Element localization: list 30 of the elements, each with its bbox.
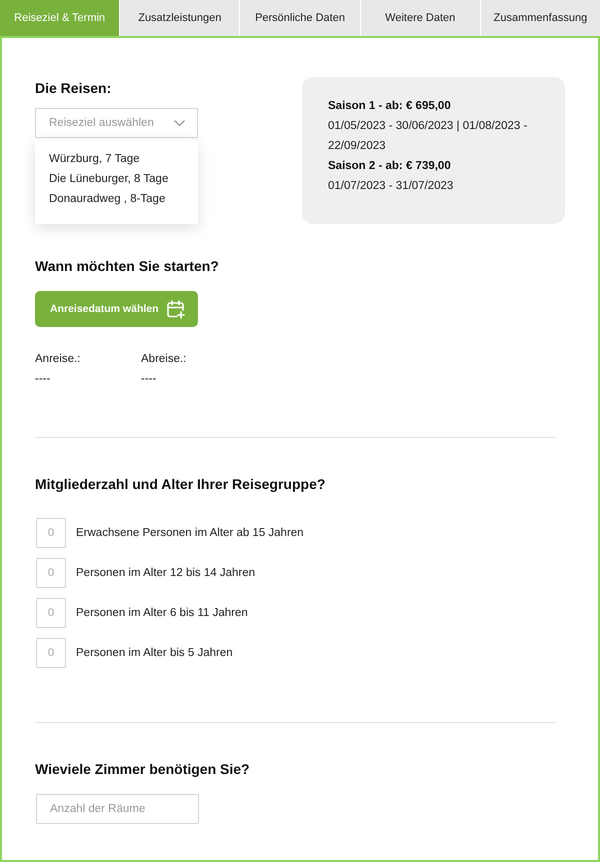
count-label: Personen im Alter 12 bis 14 Jahren bbox=[76, 567, 255, 579]
section-heading: Die Reisen: bbox=[35, 79, 112, 97]
count-label: Personen im Alter 6 bis 11 Jahren bbox=[76, 607, 248, 619]
date-label: Anreise.: bbox=[35, 352, 80, 367]
date-label: Abreise.: bbox=[141, 352, 186, 367]
count-label: Personen im Alter bis 5 Jahren bbox=[76, 647, 233, 659]
dropdown-option[interactable]: Donauradweg , 8-Tage bbox=[49, 189, 166, 209]
tab[interactable]: Weitere Daten bbox=[360, 0, 480, 36]
season-dates: 01/05/2023 - 30/06/2023 | 01/08/2023 - 22/09/2023 bbox=[328, 119, 528, 154]
tab[interactable]: Zusatzleistungen bbox=[120, 0, 240, 36]
tab[interactable]: Persönliche Daten bbox=[240, 0, 360, 36]
date-value: ---- bbox=[141, 372, 156, 387]
dropdown-option[interactable]: Die Lüneburger, 8 Tage bbox=[49, 169, 168, 189]
season-dates: 01/07/2023 - 31/07/2023 bbox=[328, 179, 454, 194]
count-input[interactable]: 0 bbox=[36, 558, 66, 588]
tab[interactable]: Zusammenfassung bbox=[480, 0, 600, 36]
chevron-down-icon bbox=[174, 120, 185, 126]
section-heading: Wann möchten Sie starten? bbox=[35, 257, 219, 275]
count-input[interactable]: 0 bbox=[36, 638, 66, 668]
date-value: ---- bbox=[35, 372, 50, 387]
dropdown-option[interactable]: Würzburg, 7 Tage bbox=[49, 149, 140, 169]
section-heading: Wieviele Zimmer benötigen Sie? bbox=[35, 760, 250, 778]
count-input[interactable]: 0 bbox=[36, 518, 66, 548]
section-heading: Mitgliederzahl und Alter Ihrer Reisegruppe? bbox=[35, 475, 326, 493]
season-title: Saison 2 - ab: € 739,00 bbox=[328, 159, 452, 174]
season-title: Saison 1 - ab: € 695,00 bbox=[328, 99, 452, 114]
calendar-plus-icon bbox=[167, 300, 185, 318]
count-input[interactable]: 0 bbox=[36, 598, 66, 628]
count-label: Erwachsene Personen im Alter ab 15 Jahren bbox=[76, 527, 304, 539]
rooms-input[interactable]: Anzahl der Räume bbox=[36, 794, 199, 824]
